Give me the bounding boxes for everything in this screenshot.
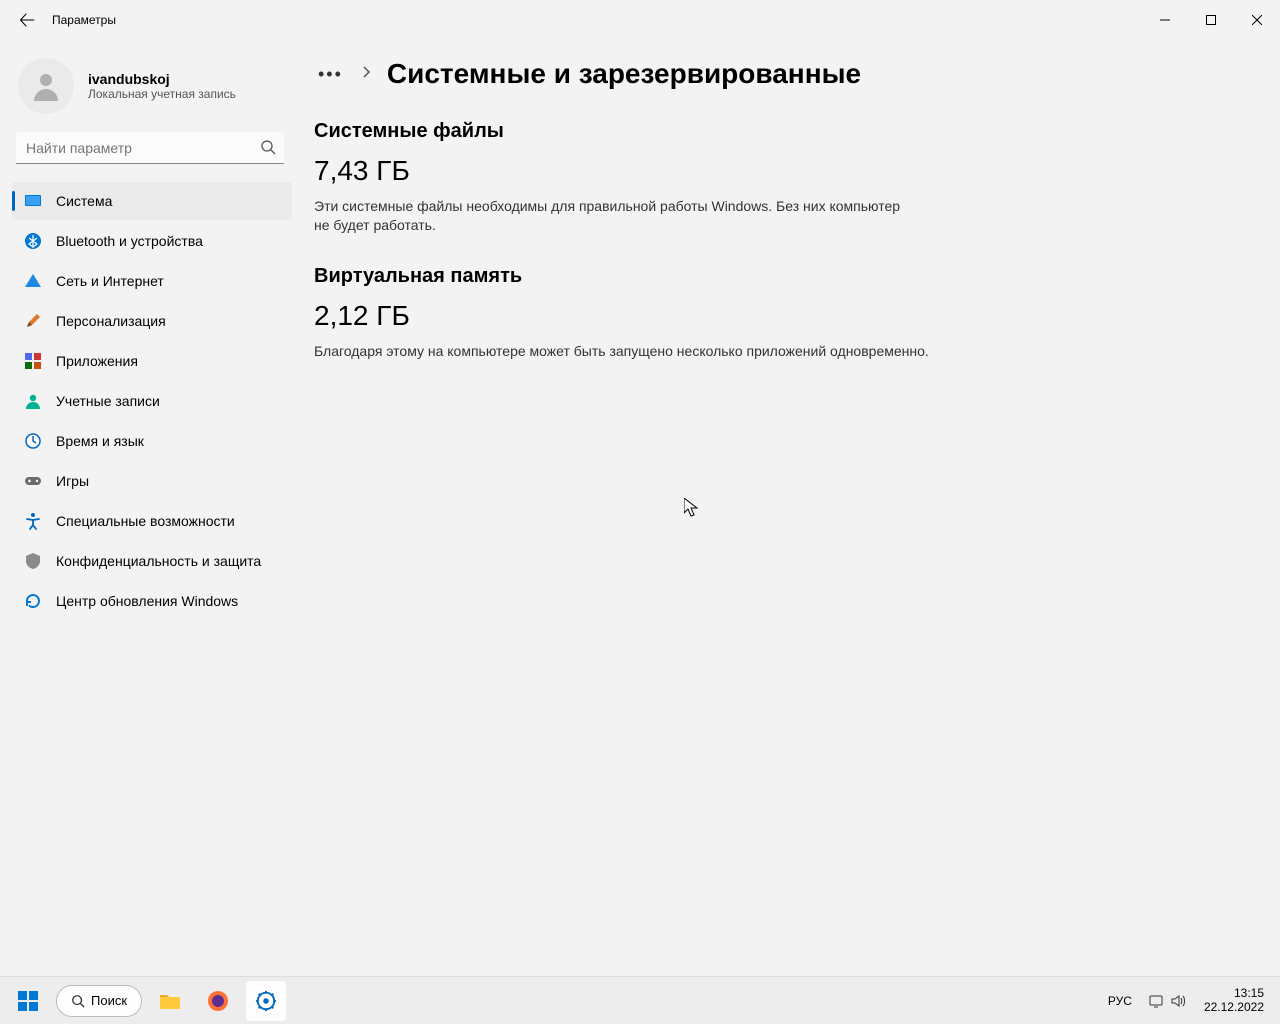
- section-system-files: Системные файлы 7,43 ГБ Эти системные фа…: [314, 120, 1250, 235]
- maximize-button[interactable]: [1188, 0, 1234, 40]
- refresh-icon: [24, 592, 42, 610]
- chevron-right-icon: [361, 65, 373, 83]
- bluetooth-icon: [24, 232, 42, 250]
- nav-label: Приложения: [56, 353, 138, 369]
- folder-icon: [158, 989, 182, 1013]
- taskbar-search[interactable]: Поиск: [56, 985, 142, 1017]
- window-title: Параметры: [52, 13, 116, 27]
- nav-accessibility[interactable]: Специальные возможности: [12, 502, 292, 540]
- nav-label: Время и язык: [56, 433, 144, 449]
- taskbar-clock[interactable]: 13:15 22.12.2022: [1196, 985, 1272, 1017]
- maximize-icon: [1206, 15, 1216, 25]
- nav-label: Персонализация: [56, 313, 166, 329]
- page-title: Системные и зарезервированные: [387, 58, 861, 90]
- gear-icon: [255, 990, 277, 1012]
- section-virtual-memory: Виртуальная память 2,12 ГБ Благодаря это…: [314, 265, 1250, 361]
- breadcrumb-overflow-button[interactable]: •••: [314, 62, 347, 87]
- firefox-icon: [207, 990, 229, 1012]
- content: ••• Системные и зарезервированные Систем…: [300, 40, 1280, 976]
- taskbar-language[interactable]: РУС: [1102, 990, 1138, 1012]
- caption-controls: [1142, 0, 1280, 40]
- clock-globe-icon: [24, 432, 42, 450]
- nav-apps[interactable]: Приложения: [12, 342, 292, 380]
- section-title: Системные файлы: [314, 120, 1250, 143]
- gamepad-icon: [24, 472, 42, 490]
- person-icon: [28, 68, 64, 104]
- shield-icon: [24, 552, 42, 570]
- nav-gaming[interactable]: Игры: [12, 462, 292, 500]
- close-button[interactable]: [1234, 0, 1280, 40]
- taskbar-search-label: Поиск: [91, 993, 127, 1008]
- taskbar: Поиск РУС 13:15 22.12.2022: [0, 976, 1280, 1024]
- network-icon: [1148, 993, 1164, 1009]
- nav-label: Сеть и Интернет: [56, 273, 164, 289]
- apps-icon: [24, 352, 42, 370]
- wifi-icon: [24, 272, 42, 290]
- nav-label: Учетные записи: [56, 393, 160, 409]
- taskbar-settings[interactable]: [246, 981, 286, 1021]
- taskbar-explorer[interactable]: [150, 981, 190, 1021]
- user-sub: Локальная учетная запись: [88, 87, 236, 101]
- brush-icon: [24, 312, 42, 330]
- nav-label: Специальные возможности: [56, 513, 235, 529]
- back-button[interactable]: [10, 3, 44, 37]
- taskbar-firefox[interactable]: [198, 981, 238, 1021]
- section-desc: Эти системные файлы необходимы для прави…: [314, 197, 914, 235]
- volume-icon: [1170, 993, 1186, 1009]
- close-icon: [1252, 15, 1262, 25]
- avatar: [18, 58, 74, 114]
- section-value: 2,12 ГБ: [314, 300, 1250, 332]
- user-name: ivandubskoj: [88, 71, 236, 87]
- search-box[interactable]: [16, 132, 284, 164]
- nav-label: Система: [56, 193, 112, 209]
- person-alt-icon: [24, 392, 42, 410]
- nav-list: Система Bluetooth и устройства Сеть и Ин…: [8, 182, 292, 620]
- section-desc: Благодаря этому на компьютере может быть…: [314, 342, 1250, 361]
- minimize-button[interactable]: [1142, 0, 1188, 40]
- taskbar-time: 13:15: [1204, 987, 1264, 1001]
- nav-personalization[interactable]: Персонализация: [12, 302, 292, 340]
- search-icon: [260, 139, 276, 155]
- section-value: 7,43 ГБ: [314, 155, 1250, 187]
- nav-label: Bluetooth и устройства: [56, 233, 203, 249]
- arrow-left-icon: [19, 12, 35, 28]
- titlebar: Параметры: [0, 0, 1280, 40]
- nav-windows-update[interactable]: Центр обновления Windows: [12, 582, 292, 620]
- accessibility-icon: [24, 512, 42, 530]
- search-input[interactable]: [16, 132, 284, 164]
- windows-logo-icon: [17, 990, 39, 1012]
- nav-system[interactable]: Система: [12, 182, 292, 220]
- minimize-icon: [1160, 15, 1170, 25]
- nav-privacy[interactable]: Конфиденциальность и защита: [12, 542, 292, 580]
- start-button[interactable]: [8, 981, 48, 1021]
- nav-bluetooth[interactable]: Bluetooth и устройства: [12, 222, 292, 260]
- section-title: Виртуальная память: [314, 265, 1250, 288]
- nav-label: Конфиденциальность и защита: [56, 553, 261, 569]
- search-icon: [71, 994, 85, 1008]
- user-block[interactable]: ivandubskoj Локальная учетная запись: [8, 50, 292, 132]
- nav-network[interactable]: Сеть и Интернет: [12, 262, 292, 300]
- breadcrumb: ••• Системные и зарезервированные: [314, 58, 1250, 90]
- display-icon: [24, 192, 42, 210]
- taskbar-date: 22.12.2022: [1204, 1001, 1264, 1015]
- sidebar: ivandubskoj Локальная учетная запись Сис…: [0, 40, 300, 976]
- nav-label: Игры: [56, 473, 89, 489]
- nav-label: Центр обновления Windows: [56, 593, 238, 609]
- taskbar-tray[interactable]: [1142, 989, 1192, 1013]
- nav-accounts[interactable]: Учетные записи: [12, 382, 292, 420]
- nav-time-language[interactable]: Время и язык: [12, 422, 292, 460]
